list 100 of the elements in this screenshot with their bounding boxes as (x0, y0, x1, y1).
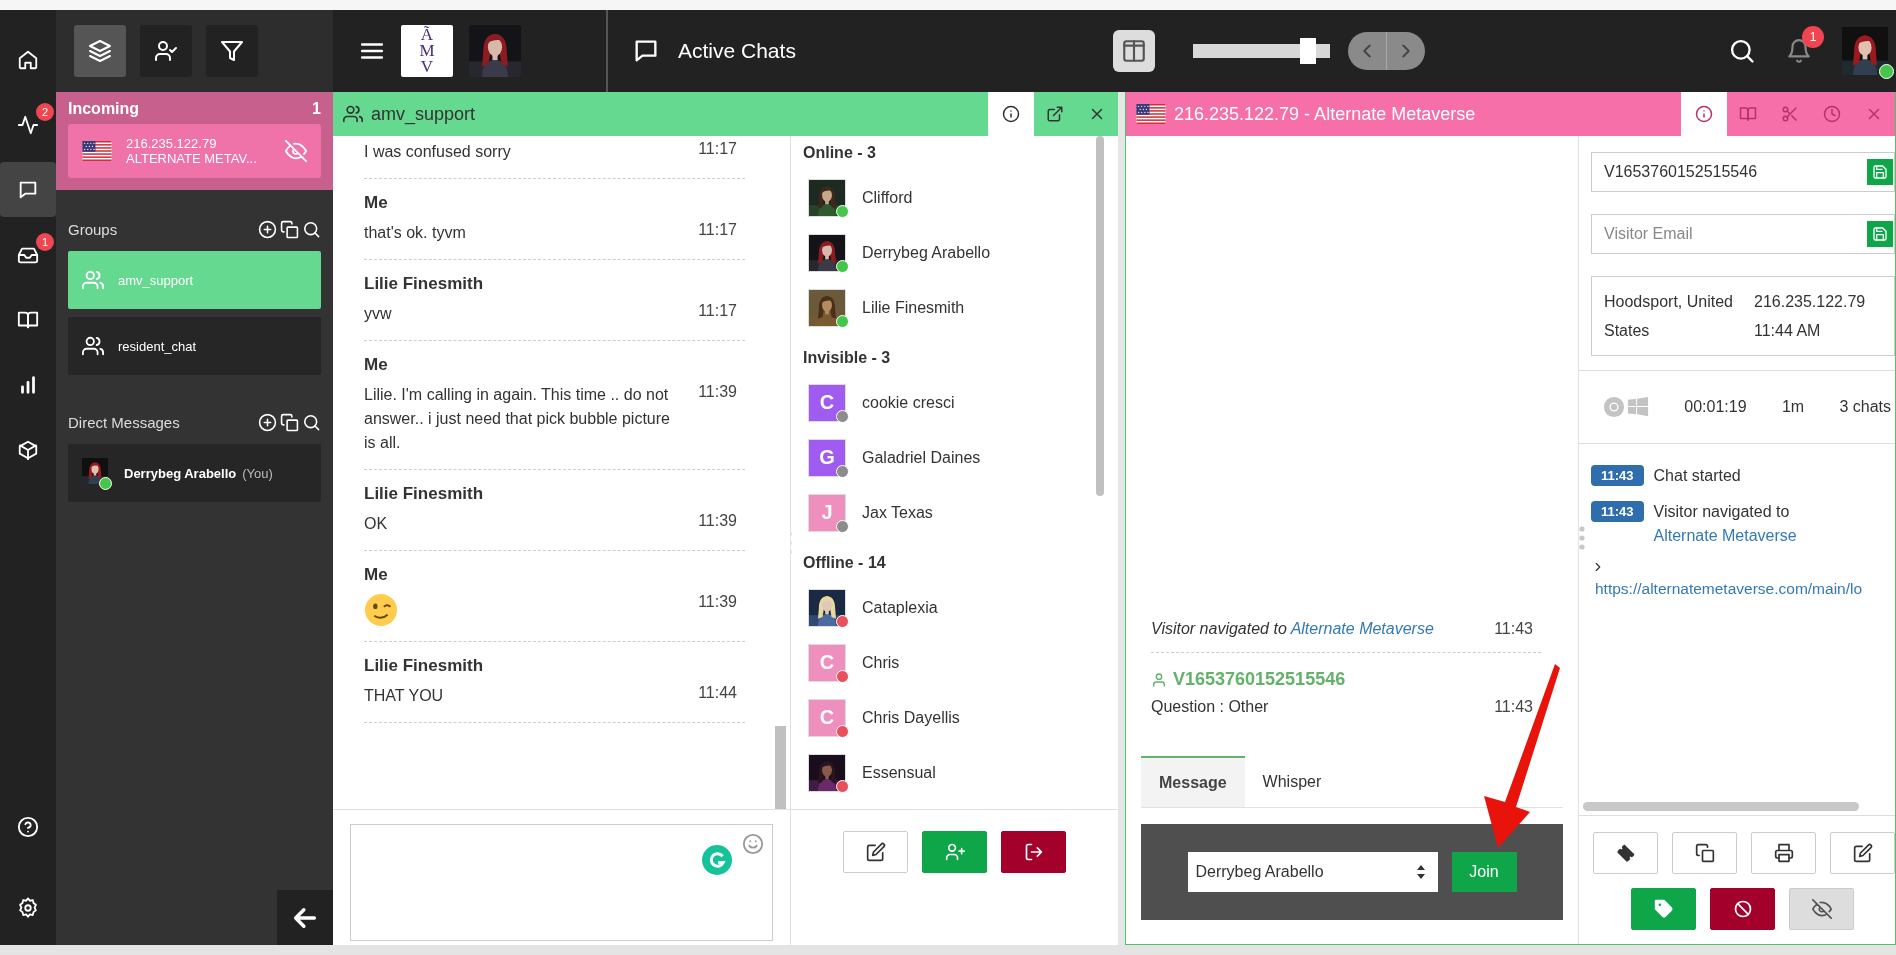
search-icon[interactable] (1728, 37, 1756, 65)
member-item[interactable]: Lilie Finesmith (808, 280, 1068, 335)
users-icon (343, 104, 363, 124)
search-icon[interactable] (302, 220, 321, 239)
save-icon (1872, 226, 1888, 242)
search-icon[interactable] (302, 413, 321, 432)
toolbar-button[interactable] (140, 25, 192, 77)
smiley-icon[interactable] (742, 833, 764, 855)
message-text: I was confused sorry (364, 142, 511, 162)
copy-icon[interactable] (280, 413, 299, 432)
url-link[interactable]: https://alternatemetaverse.com/main/lo (1595, 580, 1863, 597)
group-heading: Online - 3 (803, 144, 877, 162)
message-text: Question : Other (1151, 698, 1269, 716)
initial-avatar: G (809, 439, 845, 476)
user-icon (1151, 671, 1167, 688)
info-icon (1695, 105, 1713, 123)
add-icon[interactable] (258, 220, 277, 239)
bell-icon[interactable] (1786, 38, 1812, 64)
logout-icon (1023, 842, 1044, 862)
printer-icon (1773, 843, 1794, 863)
event-text: Visitor navigated to Alternate Metaverse (1653, 502, 1798, 546)
save-button[interactable] (1867, 159, 1893, 185)
member-item[interactable]: Clifford (808, 170, 1068, 225)
visitor-ip: 216.235.122.79 (126, 136, 218, 151)
panel-tab[interactable] (988, 92, 1034, 136)
member-name: Lilie Finesmith (862, 298, 965, 317)
member-name: Jax Texas (862, 503, 933, 522)
sort-caret-icon (1415, 864, 1426, 880)
action-button[interactable] (1710, 888, 1775, 930)
page-title: Active Chats (678, 39, 796, 63)
save-button[interactable] (1867, 221, 1893, 247)
member-item[interactable]: G Galadriel Daines (808, 430, 1068, 485)
columns-icon (1121, 38, 1147, 64)
info-icon (1002, 105, 1020, 123)
sender-name: Lilie Finesmith (364, 656, 485, 676)
message-input[interactable] (350, 824, 773, 941)
toolbar-button[interactable] (206, 25, 258, 77)
scrollbar[interactable] (775, 726, 786, 809)
section-title: Incoming (68, 100, 140, 118)
eye-slash-icon[interactable] (285, 140, 307, 162)
group-item[interactable]: resident_chat (68, 317, 321, 375)
layout-toggle-button[interactable] (1113, 30, 1155, 72)
member-name: Chris (862, 653, 900, 672)
home-icon (17, 48, 39, 71)
user-check-icon (154, 39, 178, 63)
ip-address: 216.235.122.79 (1754, 292, 1866, 312)
member-item[interactable]: Cataplexia (808, 580, 1068, 635)
flag-icon (1136, 104, 1166, 124)
member-name: Clifford (862, 188, 913, 207)
text-field[interactable]: Visitor Email (1591, 214, 1895, 254)
add-icon[interactable] (258, 413, 277, 432)
drag-handle-icon[interactable] (1579, 526, 1585, 550)
sender-name: Me (364, 565, 389, 585)
message-text: Lilie. I'm calling in again. This time .. do not answer.. i just need that pick bubble picture is all. (364, 385, 671, 453)
member-item[interactable]: C Chris Dayellis (808, 690, 1068, 745)
copy-icon[interactable] (280, 220, 299, 239)
time-badge: 11:43 (1591, 501, 1644, 522)
event-text: Chat started (1653, 466, 1741, 486)
member-item[interactable]: C Chris (808, 635, 1068, 690)
member-item[interactable]: J Jax Texas (808, 485, 1068, 540)
scrollbar[interactable] (1096, 136, 1104, 496)
member-name: Cataplexia (862, 598, 938, 617)
initial-avatar: C (809, 384, 845, 421)
text-field[interactable]: V1653760152515546 (1591, 152, 1895, 192)
message-time: 11:17 (698, 302, 737, 320)
you-label: (You) (242, 465, 273, 481)
initial-avatar: C (809, 699, 845, 736)
compose-tab[interactable]: Message (1141, 756, 1245, 807)
layers-icon (88, 39, 112, 63)
slider-handle[interactable] (1300, 38, 1317, 64)
initial-avatar: J (809, 494, 845, 531)
member-item[interactable]: Essensual (808, 745, 1068, 800)
nav-button[interactable] (0, 162, 56, 217)
nav-button[interactable]: 1 (0, 227, 56, 282)
page-link[interactable]: Alternate Metaverse (1290, 620, 1434, 637)
panel-tab[interactable] (1681, 92, 1727, 136)
message-time: 11:43 (1494, 698, 1533, 716)
panel-title: amv_support (371, 103, 476, 125)
scrollbar[interactable] (1583, 802, 1859, 811)
status-dot (1879, 64, 1894, 79)
collapse-button[interactable] (277, 890, 333, 945)
page-link[interactable]: Alternate Metaverse (1653, 527, 1797, 544)
browser-icon (1603, 396, 1625, 418)
toolbar-button[interactable] (74, 25, 126, 77)
message-text: that's ok. tyvm (364, 223, 466, 243)
member-item[interactable]: Derrybeg Arabello (808, 225, 1068, 280)
filter-icon (220, 39, 244, 63)
nav-button[interactable]: 2 (0, 97, 56, 152)
message-time: 11:44 (698, 684, 737, 702)
navigation-arrows[interactable] (1348, 32, 1425, 70)
agent-select[interactable]: Derrybeg Arabello (1187, 852, 1438, 892)
member-name: cookie cresci (862, 393, 955, 412)
clock-icon (1823, 105, 1841, 123)
add-user-icon (944, 842, 965, 862)
chat-count: 3 chats (1839, 398, 1891, 416)
panel-title: 216.235.122.79 - Alternate Metaverse (1174, 103, 1476, 125)
duration: 00:01:19 (1684, 398, 1747, 416)
copy-icon (1694, 843, 1715, 863)
member-item[interactable]: C cookie cresci (808, 375, 1068, 430)
direct-message-item[interactable]: Derrybeg Arabello (You) (68, 444, 321, 502)
